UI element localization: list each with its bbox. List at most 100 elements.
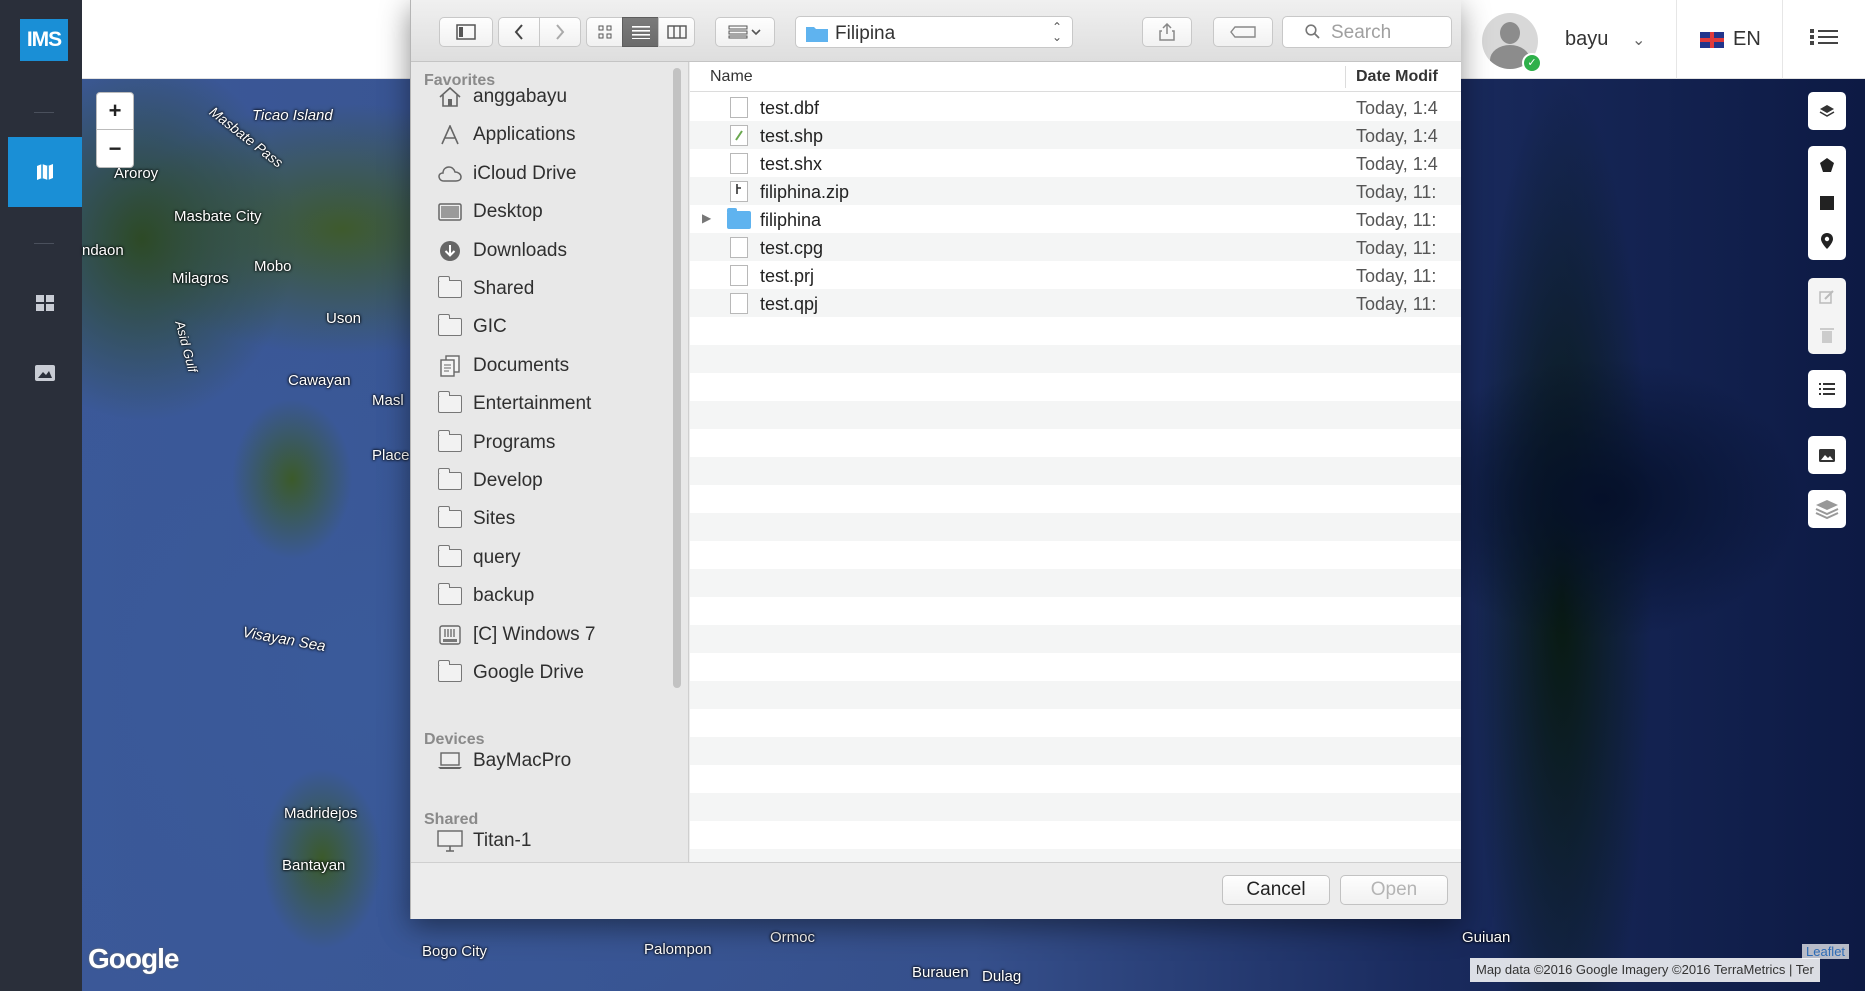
sidebar-item-label: backup: [473, 585, 535, 607]
basemap-stack-icon[interactable]: [1808, 490, 1846, 528]
sidebar-scrollbar[interactable]: [673, 68, 681, 688]
sidebar-item[interactable]: BayMacPro: [437, 746, 677, 776]
menu-list-icon[interactable]: [1810, 26, 1838, 50]
draw-rectangle-icon[interactable]: [1808, 184, 1846, 222]
file-date-modified: Today, 1:4: [1356, 154, 1438, 174]
file-date-modified: Today, 11:: [1356, 294, 1437, 314]
search-input[interactable]: [1331, 22, 1445, 44]
sidebar-item[interactable]: Desktop: [437, 197, 677, 227]
list-icon[interactable]: [1808, 370, 1846, 408]
sidebar-item[interactable]: anggabayu: [437, 82, 677, 112]
sidebar-item[interactable]: Google Drive: [437, 658, 677, 688]
empty-row: [690, 849, 1461, 862]
delete-layers-icon[interactable]: [1808, 316, 1846, 354]
empty-row: [690, 625, 1461, 653]
search-field[interactable]: [1282, 16, 1452, 48]
map-label: Place: [372, 447, 410, 464]
forward-chevron-icon[interactable]: [539, 17, 581, 47]
zoom-in-button[interactable]: +: [96, 92, 134, 130]
file-row[interactable]: filiphina.zip Today, 11:: [690, 177, 1461, 205]
file-name: test.prj: [760, 266, 815, 286]
applications-icon: [437, 124, 463, 146]
gallery-nav-icon[interactable]: [8, 338, 82, 408]
open-button[interactable]: Open: [1340, 875, 1448, 905]
icon-view-icon[interactable]: [586, 17, 623, 47]
map-nav-icon[interactable]: [8, 137, 82, 207]
file-row[interactable]: test.shx Today, 1:4: [690, 149, 1461, 177]
column-view-icon[interactable]: [658, 17, 695, 47]
empty-row: [690, 345, 1461, 373]
sidebar-item[interactable]: Downloads: [437, 236, 677, 266]
folder-row[interactable]: ▶ filiphina Today, 11:: [690, 205, 1461, 233]
map-label: Masbate City: [174, 208, 262, 225]
sidebar-item[interactable]: Programs: [437, 428, 677, 458]
file-row[interactable]: test.qpj Today, 11:: [690, 289, 1461, 317]
map-label: Palompon: [644, 941, 712, 958]
dialog-toolbar: Filipina ⌃ ⌄: [411, 0, 1461, 62]
sidebar-item[interactable]: Sites: [437, 504, 677, 534]
sidebar-item-label: iCloud Drive: [473, 162, 577, 184]
sidebar-item[interactable]: GIC: [437, 312, 677, 342]
sidebar-item[interactable]: Applications: [437, 120, 677, 150]
sidebar-item-label: Documents: [473, 354, 570, 376]
sidebar-item[interactable]: [C] Windows 7: [437, 620, 677, 650]
sidebar-toggle-icon[interactable]: [439, 17, 493, 47]
sidebar-item[interactable]: Shared: [437, 274, 677, 304]
topbar-divider: [1676, 0, 1677, 79]
sidebar-item-label: GIC: [473, 316, 507, 338]
sidebar-item-label: Applications: [473, 124, 576, 146]
sidebar-item-label: Google Drive: [473, 662, 584, 683]
map-label: ndaon: [82, 242, 124, 259]
username[interactable]: bayu: [1565, 28, 1608, 51]
file-row[interactable]: test.dbf Today, 1:4: [690, 93, 1461, 121]
app-logo[interactable]: IMS: [20, 19, 68, 61]
zoom-out-button[interactable]: −: [96, 130, 134, 168]
folder-icon: [727, 208, 751, 229]
sidebar-item[interactable]: Develop: [437, 466, 677, 496]
cancel-button[interactable]: Cancel: [1222, 875, 1330, 905]
location-popup[interactable]: Filipina ⌃ ⌄: [795, 16, 1073, 48]
image-overlay-icon[interactable]: [1808, 436, 1846, 474]
column-header-name[interactable]: Name: [710, 68, 753, 86]
draw-marker-icon[interactable]: [1808, 222, 1846, 260]
empty-row: [690, 317, 1461, 345]
language-selector[interactable]: EN: [1733, 28, 1761, 51]
draw-polygon-icon[interactable]: [1808, 146, 1846, 184]
file-date-modified: Today, 11:: [1356, 238, 1437, 258]
empty-row: [690, 457, 1461, 485]
document-icon: [730, 237, 748, 258]
file-row[interactable]: test.shp Today, 1:4: [690, 121, 1461, 149]
back-chevron-icon[interactable]: [498, 17, 540, 47]
empty-row: [690, 765, 1461, 793]
dashboard-nav-icon[interactable]: [8, 268, 82, 338]
disclosure-triangle-icon[interactable]: ▶: [702, 211, 711, 225]
document-icon: [730, 293, 748, 314]
map-label: Guiuan: [1462, 929, 1511, 946]
empty-row: [690, 513, 1461, 541]
file-date-modified: Today, 1:4: [1356, 126, 1438, 146]
arrange-menu-icon[interactable]: [715, 17, 775, 47]
edit-layers-icon[interactable]: [1808, 278, 1846, 316]
sidebar-item[interactable]: Titan-1: [437, 826, 677, 856]
list-view-icon[interactable]: [622, 17, 659, 47]
image-icon: [35, 365, 55, 381]
sidebar-item[interactable]: Documents: [437, 351, 677, 381]
sidebar-item-label: Programs: [473, 431, 556, 453]
dialog-footer: Cancel Open: [411, 862, 1461, 919]
uk-flag-icon: [1700, 32, 1724, 48]
sidebar-item[interactable]: Entertainment: [437, 389, 677, 419]
sidebar-item[interactable]: iCloud Drive: [437, 159, 677, 189]
chevron-down-icon[interactable]: ⌄: [1632, 30, 1645, 50]
layers-icon[interactable]: [1808, 92, 1846, 130]
file-date-modified: Today, 11:: [1356, 182, 1437, 202]
leaflet-link[interactable]: Leaflet: [1802, 944, 1850, 959]
sidebar-item[interactable]: query: [437, 543, 677, 573]
file-row[interactable]: test.cpg Today, 11:: [690, 233, 1461, 261]
map-label: Madridejos: [284, 805, 358, 822]
sidebar-item[interactable]: backup: [437, 581, 677, 611]
share-icon[interactable]: [1142, 17, 1192, 47]
tag-icon[interactable]: [1213, 17, 1273, 47]
sidebar-item-label: Desktop: [473, 201, 543, 223]
column-header-date[interactable]: Date Modif: [1356, 68, 1438, 86]
file-row[interactable]: test.prj Today, 11:: [690, 261, 1461, 289]
